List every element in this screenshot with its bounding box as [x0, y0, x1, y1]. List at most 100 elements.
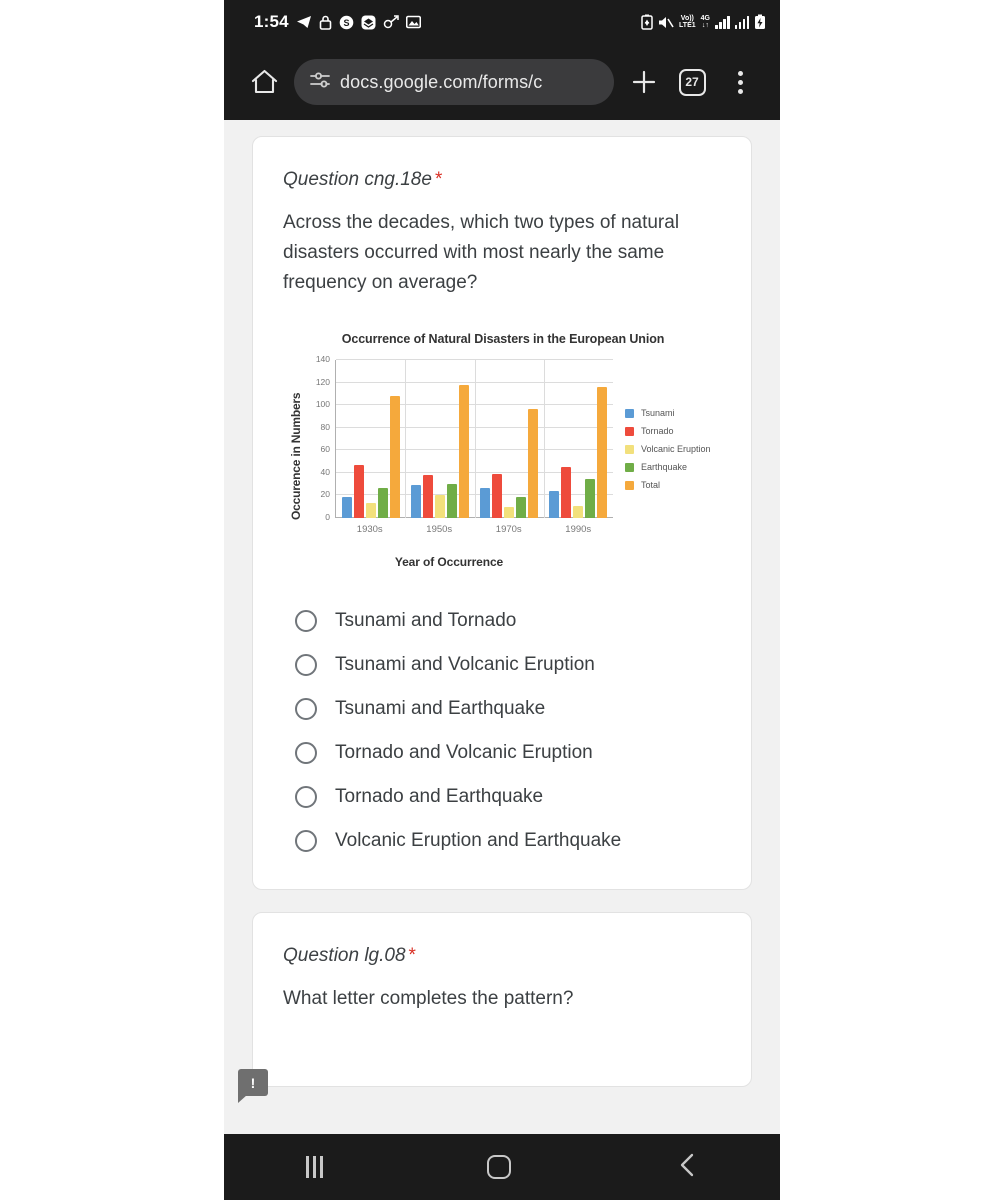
radio-button[interactable] — [295, 830, 317, 853]
recents-icon[interactable] — [306, 1156, 324, 1178]
chart-bar — [422, 475, 433, 519]
question-1-title-text: Question cng.18e — [283, 169, 432, 190]
radio-button[interactable] — [295, 698, 317, 721]
feedback-tab[interactable]: ! — [238, 1069, 268, 1103]
chart-bar — [492, 474, 503, 519]
chart-legend-label: Tornado — [641, 426, 674, 437]
status-bar-left: 1:54 S — [254, 12, 421, 32]
chart-y-tick: 40 — [320, 466, 330, 477]
answer-option-label: Tsunami and Earthquake — [335, 698, 546, 720]
chart-image: Occurrence of Natural Disasters in the E… — [283, 332, 721, 569]
chart-legend-item: Volcanic Eruption — [625, 444, 721, 454]
chart-bar — [528, 408, 539, 519]
chart-y-tick: 0 — [325, 511, 330, 522]
chart-bar — [561, 467, 572, 519]
chart-x-tick: 1970s — [495, 524, 522, 536]
answer-option-5[interactable]: Tornado and Earthquake — [283, 775, 721, 819]
chart-bar — [573, 505, 584, 519]
home-button[interactable] — [240, 58, 288, 106]
chart-x-axis-ticks: 1930s 1950s 1970s 1990s — [335, 524, 613, 535]
answer-option-label: Tsunami and Volcanic Eruption — [335, 654, 595, 676]
chart-bar — [365, 503, 376, 519]
signal-bars-icon — [715, 15, 730, 29]
chart-legend-swatch — [625, 408, 634, 418]
answer-option-6[interactable]: Volcanic Eruption and Earthquake — [283, 819, 721, 863]
signal-bars-2-icon — [734, 15, 749, 29]
answer-option-label: Tornado and Volcanic Eruption — [335, 742, 593, 764]
question-card-2: Question lg.08 * What letter completes th… — [252, 912, 752, 1088]
chart-bar — [516, 496, 527, 519]
tab-switcher-button[interactable]: 27 — [668, 58, 716, 106]
answer-options-group[interactable]: Tsunami and Tornado Tsunami and Volcanic … — [283, 599, 721, 863]
question-2-body: What letter completes the pattern? — [283, 988, 574, 1010]
chart-legend-item: Earthquake — [625, 462, 721, 472]
answer-option-1[interactable]: Tsunami and Tornado — [283, 599, 721, 643]
battery-saver-icon — [641, 14, 653, 30]
answer-option-2[interactable]: Tsunami and Volcanic Eruption — [283, 643, 721, 687]
chart-legend: Tsunami Tornado Volcanic Eruption Earthquak… — [613, 360, 721, 535]
chart-legend-item: Tsunami — [625, 408, 721, 418]
chart-bar — [480, 487, 491, 519]
home-circle-icon[interactable] — [487, 1155, 512, 1179]
photo-icon — [405, 15, 421, 29]
chart-bar — [341, 496, 352, 519]
radio-button[interactable] — [295, 610, 317, 633]
chart-y-tick: 140 — [315, 354, 330, 365]
battery-charging-icon — [754, 14, 766, 30]
page-info-icon[interactable] — [310, 72, 330, 93]
form-content[interactable]: Question cng.18e * Across the decades, wh… — [224, 120, 780, 1134]
radio-button[interactable] — [295, 786, 317, 809]
required-asterisk-2: * — [408, 945, 416, 967]
chart-x-tick: 1990s — [565, 524, 592, 536]
chart-y-tick: 20 — [320, 489, 330, 500]
svg-text:S: S — [343, 18, 349, 28]
chart-y-tick: 100 — [315, 399, 330, 410]
chart-bar-group — [543, 360, 613, 519]
app-layers-icon — [361, 15, 376, 30]
question-2-title: Question lg.08 * — [283, 945, 721, 967]
answer-option-label: Tornado and Earthquake — [335, 786, 544, 808]
chart-legend-swatch — [625, 462, 634, 472]
chart-bar — [585, 478, 596, 519]
tab-count-badge[interactable]: 27 — [678, 68, 706, 96]
chart-bar — [504, 506, 515, 519]
url-text[interactable]: docs.google.com/forms/c — [340, 72, 542, 93]
chart-legend-label: Volcanic Eruption — [641, 444, 711, 455]
chart-plot-area: 0 20 40 60 80 100 120 140 — [316, 354, 613, 522]
chart-bar — [353, 465, 364, 519]
status-bar: 1:54 S Vo)) LTE1 4G ↓↑ — [224, 0, 780, 44]
answer-option-4[interactable]: Tornado and Volcanic Eruption — [283, 731, 721, 775]
radio-button[interactable] — [295, 742, 317, 765]
question-1-body: Across the decades, which two types of n… — [283, 212, 680, 294]
chart-bar — [458, 384, 469, 519]
back-chevron-icon[interactable] — [676, 1152, 698, 1183]
network-type-indicator: 4G ↓↑ — [700, 15, 710, 29]
chart-y-tick: 60 — [320, 444, 330, 455]
chart-bar — [446, 484, 457, 519]
mute-icon — [658, 15, 674, 30]
chart-bar-group — [405, 360, 474, 519]
answer-option-3[interactable]: Tsunami and Earthquake — [283, 687, 721, 731]
chart-legend-label: Earthquake — [641, 462, 688, 473]
url-bar[interactable]: docs.google.com/forms/c — [294, 59, 614, 105]
chart-bar — [410, 485, 421, 519]
chart-x-tick: 1930s — [356, 524, 383, 536]
overflow-menu-button[interactable] — [716, 58, 764, 106]
lock-icon — [319, 15, 332, 30]
new-tab-button[interactable] — [620, 58, 668, 106]
chart-bar — [434, 495, 445, 519]
phone-screen: 1:54 S Vo)) LTE1 4G ↓↑ docs.google.com/f… — [224, 0, 780, 1200]
chart-y-tick: 120 — [315, 376, 330, 387]
answer-option-label: Volcanic Eruption and Earthquake — [335, 830, 622, 852]
chart-legend-item: Tornado — [625, 426, 721, 436]
kebab-menu-icon[interactable] — [737, 70, 743, 94]
chart-x-axis-label: Year of Occurrence — [394, 555, 504, 570]
chart-bar — [377, 487, 388, 519]
feedback-exclamation-icon: ! — [250, 1074, 256, 1091]
chart-legend-swatch — [625, 444, 634, 454]
chart-bar — [389, 396, 400, 519]
chart-bar-group — [336, 360, 405, 519]
android-nav-bar — [224, 1134, 780, 1200]
question-1-title: Question cng.18e * — [283, 169, 721, 191]
radio-button[interactable] — [295, 654, 317, 677]
